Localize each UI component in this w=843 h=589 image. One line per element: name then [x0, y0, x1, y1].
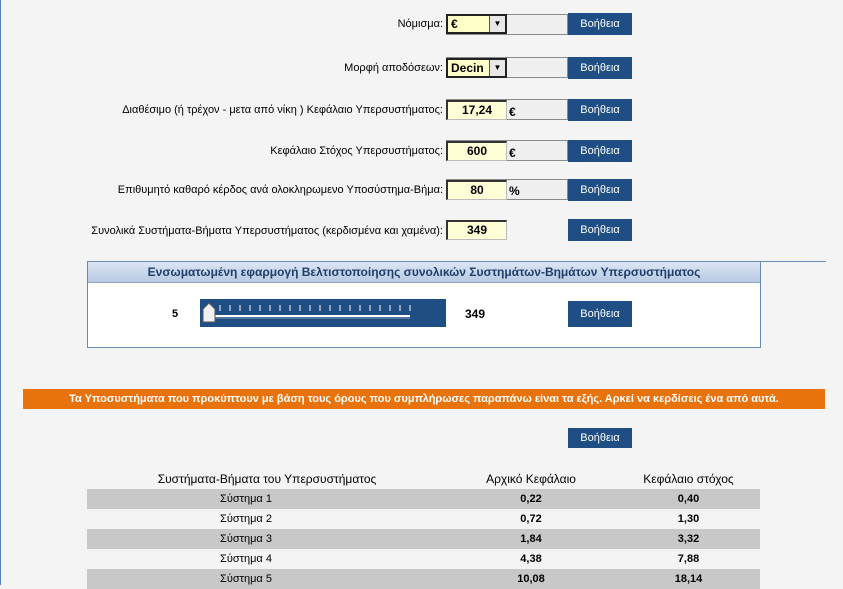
total-systems-label: Συνολικά Συστήματα-Βήματα Υπερσυστήματος… — [91, 225, 443, 237]
desired-profit-label: Επιθυμητό καθαρό κέρδος ανά ολοκληρωμενο… — [117, 184, 443, 196]
currency-value: € — [451, 17, 458, 31]
help-button-total-systems[interactable]: Βοήθεια — [568, 219, 632, 241]
available-capital-unit: € — [509, 105, 516, 119]
table-row: Σύστημα 4 4,38 7,88 — [87, 549, 760, 569]
help-button-target-capital[interactable]: Βοήθεια — [568, 140, 632, 162]
target-capital-input[interactable]: 600 — [446, 141, 507, 161]
optimizer-title: Ενσωματωμένη εφαρμογή Βελτιστοποίησης συ… — [88, 262, 760, 283]
available-capital-label: Διαθέσιμο (ή τρέχον - μετα από νίκη ) Κε… — [122, 104, 443, 116]
initial-capital: 1,84 — [520, 533, 542, 545]
table-header-target-capital: Κεφάλαιο στόχος — [643, 472, 734, 486]
target-capital-label: Κεφάλαιο Στόχος Υπερσυστήματος: — [270, 145, 443, 157]
initial-capital: 4,38 — [520, 553, 542, 565]
odds-format-label: Μορφή αποδόσεων: — [344, 62, 443, 74]
target-capital: 7,88 — [677, 553, 700, 565]
currency-select[interactable]: € ▼ — [446, 14, 507, 34]
table-row: Σύστημα 1 0,22 0,40 — [87, 489, 760, 509]
target-capital: 18,14 — [674, 573, 703, 585]
system-name: Σύστημα 3 — [220, 533, 272, 545]
result-notice: Τα Υποσυστήματα που προκύπτουν με βάση τ… — [23, 389, 825, 409]
system-name: Σύστημα 2 — [220, 513, 272, 525]
target-capital: 0,40 — [677, 493, 700, 505]
total-systems-input[interactable]: 349 — [446, 220, 507, 240]
currency-label: Νόμισμα: — [397, 18, 443, 30]
target-capital: 3,32 — [677, 533, 700, 545]
help-button-available-capital[interactable]: Βοήθεια — [568, 99, 632, 121]
odds-format-select[interactable]: Decin ▼ — [446, 58, 507, 78]
target-capital-unit: € — [509, 146, 516, 160]
help-button-results[interactable]: Βοήθεια — [568, 428, 632, 448]
initial-capital: 0,22 — [520, 493, 542, 505]
target-capital: 1,30 — [677, 513, 700, 525]
chevron-down-icon[interactable]: ▼ — [489, 16, 505, 32]
desired-profit-input[interactable]: 80 — [446, 180, 507, 200]
help-button-optimizer[interactable]: Βοήθεια — [568, 301, 632, 327]
help-button-desired-profit[interactable]: Βοήθεια — [568, 179, 632, 201]
slider-max-label: 349 — [465, 307, 486, 321]
table-header-system: Συστήματα-Βήματα του Υπερσυστήματος — [157, 472, 377, 486]
initial-capital: 10,08 — [517, 573, 545, 585]
desired-profit-unit: % — [509, 184, 520, 198]
slider-min-label: 5 — [172, 308, 179, 320]
available-capital-input[interactable]: 17,24 — [446, 100, 507, 120]
table-header-initial-capital: Αρχικό Κεφάλαιο — [486, 472, 576, 486]
initial-capital: 0,72 — [520, 513, 542, 525]
system-name: Σύστημα 5 — [220, 573, 272, 585]
help-button-odds-format[interactable]: Βοήθεια — [568, 57, 632, 79]
slider-graphic — [202, 302, 411, 323]
slider-thumb[interactable] — [202, 302, 216, 323]
table-row: Σύστημα 5 10,08 18,14 — [87, 569, 760, 589]
optimizer-slider[interactable] — [200, 299, 446, 327]
odds-format-value: Decin — [451, 61, 484, 75]
system-name: Σύστημα 4 — [220, 553, 272, 565]
help-button-currency[interactable]: Βοήθεια — [568, 13, 632, 35]
panel-extension-line — [760, 261, 826, 262]
chevron-down-icon[interactable]: ▼ — [489, 60, 505, 76]
table-row: Σύστημα 2 0,72 1,30 — [87, 509, 760, 529]
system-name: Σύστημα 1 — [220, 493, 272, 505]
left-border — [0, 0, 1, 585]
table-row: Σύστημα 3 1,84 3,32 — [87, 529, 760, 549]
